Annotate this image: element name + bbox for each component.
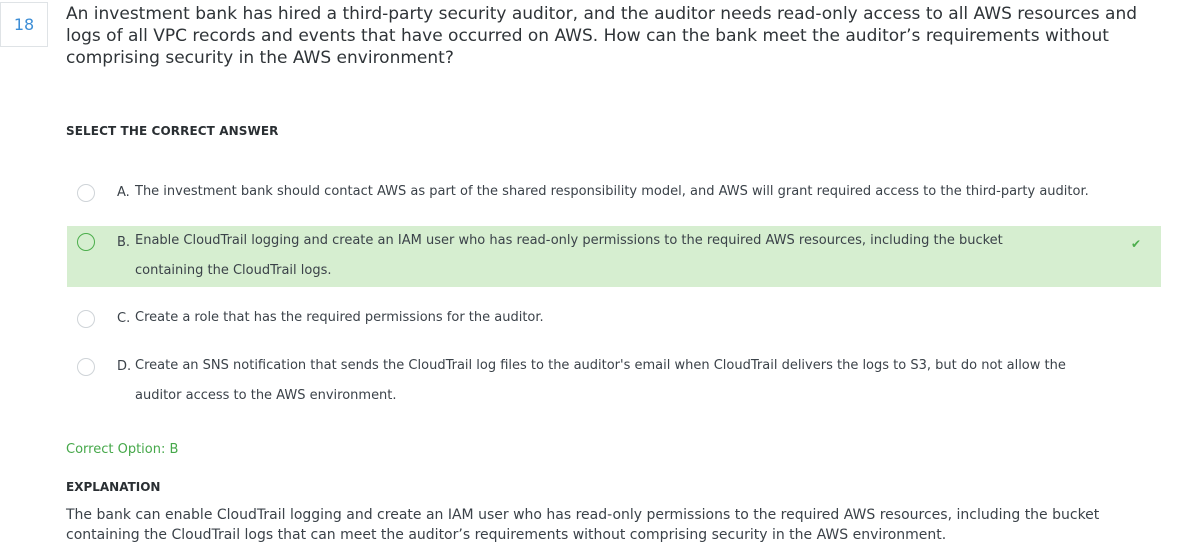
radio-button-c[interactable] — [77, 310, 95, 328]
radio-button-d[interactable] — [77, 358, 95, 376]
option-letter-d: D. — [117, 359, 132, 374]
question-text: An investment bank has hired a third-par… — [66, 4, 1138, 68]
explanation-heading: EXPLANATION — [66, 480, 161, 494]
option-text-d-line2: auditor access to the AWS environment. — [135, 388, 397, 403]
answer-option-b[interactable]: B. Enable CloudTrail logging and create … — [67, 226, 1161, 287]
option-text-b-line1: Enable CloudTrail logging and create an … — [135, 233, 1003, 248]
question-number: 18 — [0, 2, 48, 47]
correct-option-label: Correct Option: B — [66, 442, 179, 457]
checkmark-icon: ✔ — [1130, 237, 1141, 251]
select-answer-heading: SELECT THE CORRECT ANSWER — [66, 124, 279, 138]
option-text-a: The investment bank should contact AWS a… — [135, 184, 1089, 199]
option-text-b-line2: containing the CloudTrail logs. — [135, 263, 332, 278]
answer-option-c[interactable]: C. Create a role that has the required p… — [67, 303, 1161, 336]
radio-button-b[interactable] — [77, 233, 95, 251]
option-text-d-line1: Create an SNS notification that sends th… — [135, 358, 1066, 373]
option-letter-c: C. — [117, 311, 131, 326]
radio-button-a[interactable] — [77, 184, 95, 202]
option-letter-a: A. — [117, 185, 130, 200]
quiz-page: 18 An investment bank has hired a third-… — [0, 0, 1177, 558]
option-text-c: Create a role that has the required perm… — [135, 310, 544, 325]
answer-option-d[interactable]: D. Create an SNS notification that sends… — [67, 351, 1161, 413]
explanation-text: The bank can enable CloudTrail logging a… — [66, 507, 1100, 543]
answer-option-a[interactable]: A. The investment bank should contact AW… — [67, 177, 1161, 210]
option-letter-b: B. — [117, 235, 131, 250]
